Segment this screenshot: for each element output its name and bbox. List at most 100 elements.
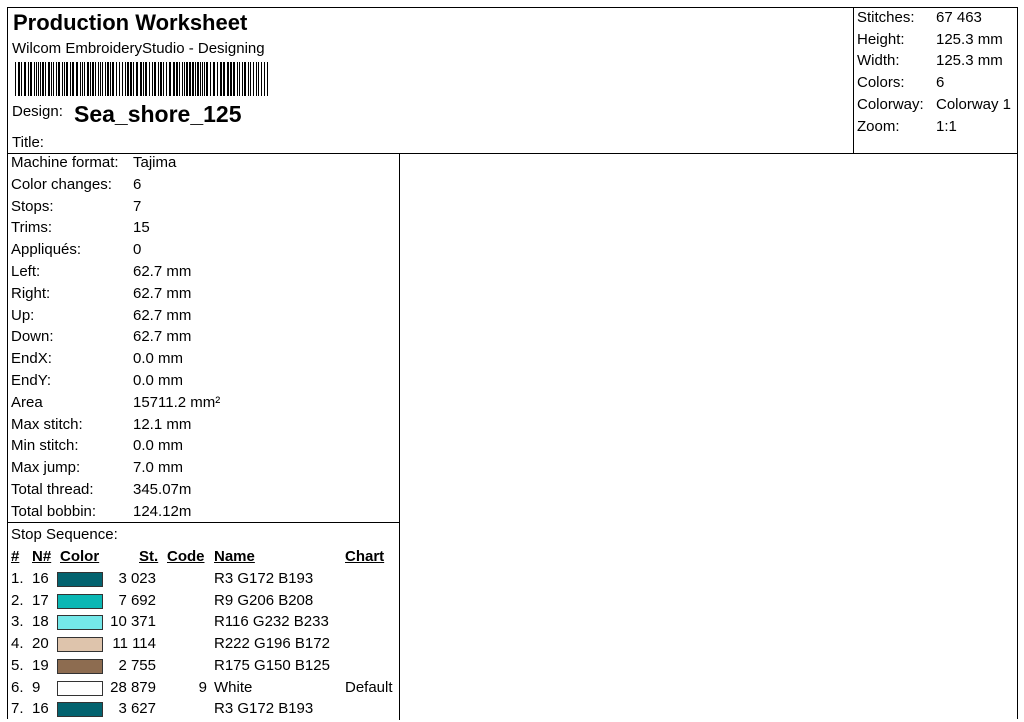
stat-label: Down: [11, 328, 54, 346]
cell-name: White [214, 678, 253, 696]
cell-needle: 9 [32, 678, 41, 696]
cell-needle: 18 [32, 613, 49, 631]
column-header-color: Color [60, 548, 100, 565]
cell-name: R3 G172 B193 [214, 570, 314, 587]
color-swatch [57, 658, 103, 674]
stat-row: EndY: 0.0 mm [8, 372, 398, 394]
stat-value: 62.7 mm [133, 263, 192, 280]
cell-stitches: 10 371 [110, 613, 156, 631]
table-row: 2. 17 7 692 R9 G206 B208 [8, 592, 398, 614]
stat-value: 6 [133, 175, 142, 193]
cell-needle: 17 [32, 591, 49, 609]
cell-stitches: 28 879 [110, 678, 156, 696]
cell-stitches: 7 692 [118, 591, 156, 609]
summary-row: Stitches: 67 463 [854, 9, 1018, 29]
stat-label: EndX: [11, 350, 52, 368]
cell-index: 3. [11, 613, 24, 631]
summary-value: 67 463 [936, 9, 982, 26]
summary-value: 125.3 mm [936, 52, 1003, 69]
stat-row: Color changes: 6 [8, 176, 398, 198]
cell-index: 7. [11, 700, 24, 718]
stat-label: Max jump: [11, 459, 81, 477]
stat-row: Right: 62.7 mm [8, 285, 398, 307]
cell-name: R3 G172 B193 [214, 700, 314, 718]
stat-value: 62.7 mm [133, 328, 192, 346]
stat-row: EndX: 0.0 mm [8, 350, 398, 372]
cell-index: 6. [11, 678, 24, 696]
table-row: 6. 9 28 879 9 White Default [8, 679, 398, 701]
color-swatch [57, 572, 103, 587]
stat-label: Machine format: [11, 154, 119, 171]
color-swatch [57, 702, 103, 718]
cell-stitches: 3 023 [118, 570, 156, 587]
stat-row: Total thread: 345.07m [8, 481, 398, 503]
column-header-needle: N# [32, 548, 52, 565]
stat-label: Appliqués: [11, 241, 82, 259]
summary-label: Stitches: [857, 9, 915, 26]
stat-label: Left: [11, 263, 41, 280]
stat-row: Max jump: 7.0 mm [8, 459, 398, 481]
stat-value: 62.7 mm [133, 284, 192, 302]
cell-index: 1. [11, 570, 24, 587]
stat-row: Total bobbin: 124.12m [8, 503, 398, 525]
summary-value: 125.3 mm [936, 31, 1003, 48]
color-swatch [57, 615, 103, 631]
stop-sequence-title: Stop Sequence: [11, 526, 118, 543]
worksheet-page: Production Worksheet Wilcom EmbroiderySt… [7, 7, 1018, 720]
stat-value: 7 [133, 197, 142, 215]
stat-row: Area 15711.2 mm² [8, 394, 398, 416]
page-title: Production Worksheet [13, 10, 248, 35]
worksheet-header: Production Worksheet Wilcom EmbroiderySt… [8, 8, 1017, 154]
cell-needle: 16 [32, 700, 49, 718]
stat-value: 15711.2 mm² [133, 393, 221, 411]
summary-row: Zoom: 1:1 [854, 118, 1018, 138]
stat-label: Trims: [11, 219, 53, 237]
column-header-stitches: St. [139, 548, 159, 565]
table-row: 3. 18 10 371 R116 G232 B233 [8, 613, 398, 635]
cell-needle: 16 [32, 570, 49, 587]
summary-label: Zoom: [857, 118, 900, 135]
cell-stitches: 2 755 [118, 656, 156, 674]
summary-row: Colors: 6 [854, 74, 1018, 94]
stat-value: Tajima [133, 154, 177, 171]
stat-value: 0.0 mm [133, 437, 184, 455]
cell-index: 5. [11, 656, 24, 674]
color-swatch [57, 637, 103, 653]
column-header-chart: Chart [345, 548, 385, 565]
design-statistics-panel: Machine format: Tajima Color changes: 6 Stop… [8, 153, 400, 523]
stat-label: Total bobbin: [11, 502, 97, 520]
cell-stitches: 3 627 [118, 700, 156, 718]
stat-label: Min stitch: [11, 437, 79, 455]
stat-row: Trims: 15 [8, 219, 398, 241]
app-subtitle: Wilcom EmbroideryStudio - Designing [12, 40, 265, 57]
summary-value: 1:1 [936, 118, 957, 135]
stat-row: Down: 62.7 mm [8, 328, 398, 350]
stat-row: Max stitch: 12.1 mm [8, 416, 398, 438]
stat-label: Max stitch: [11, 415, 83, 433]
color-swatch [57, 680, 103, 696]
stat-value: 0.0 mm [133, 350, 184, 368]
summary-label: Colorway: [857, 96, 924, 113]
stat-row: Min stitch: 0.0 mm [8, 437, 398, 459]
stat-row: Stops: 7 [8, 198, 398, 220]
stat-label: Total thread: [11, 481, 94, 498]
cell-stitches: 11 114 [112, 635, 156, 653]
stat-label: Area [11, 393, 43, 411]
title-label: Title: [12, 134, 44, 151]
stop-sequence-panel: Stop Sequence: # N# Color St. Code Name … [8, 523, 400, 720]
summary-row: Colorway: Colorway 1 [854, 96, 1018, 116]
table-row: 5. 19 2 755 R175 G150 B125 [8, 657, 398, 679]
stat-row: Up: 62.7 mm [8, 307, 398, 329]
summary-value: Colorway 1 [936, 96, 1012, 113]
stat-label: Right: [11, 284, 51, 302]
column-header-index: # [11, 548, 20, 565]
summary-value: 6 [936, 74, 945, 91]
color-swatch [57, 593, 103, 609]
stat-value: 15 [133, 219, 150, 237]
summary-row: Height: 125.3 mm [854, 31, 1018, 51]
cell-name: R222 G196 B172 [214, 635, 330, 653]
column-header-code: Code [167, 548, 205, 565]
table-row: 1. 16 3 023 R3 G172 B193 [8, 570, 398, 592]
cell-name: R175 G150 B125 [214, 656, 330, 674]
column-header-name: Name [214, 548, 255, 565]
